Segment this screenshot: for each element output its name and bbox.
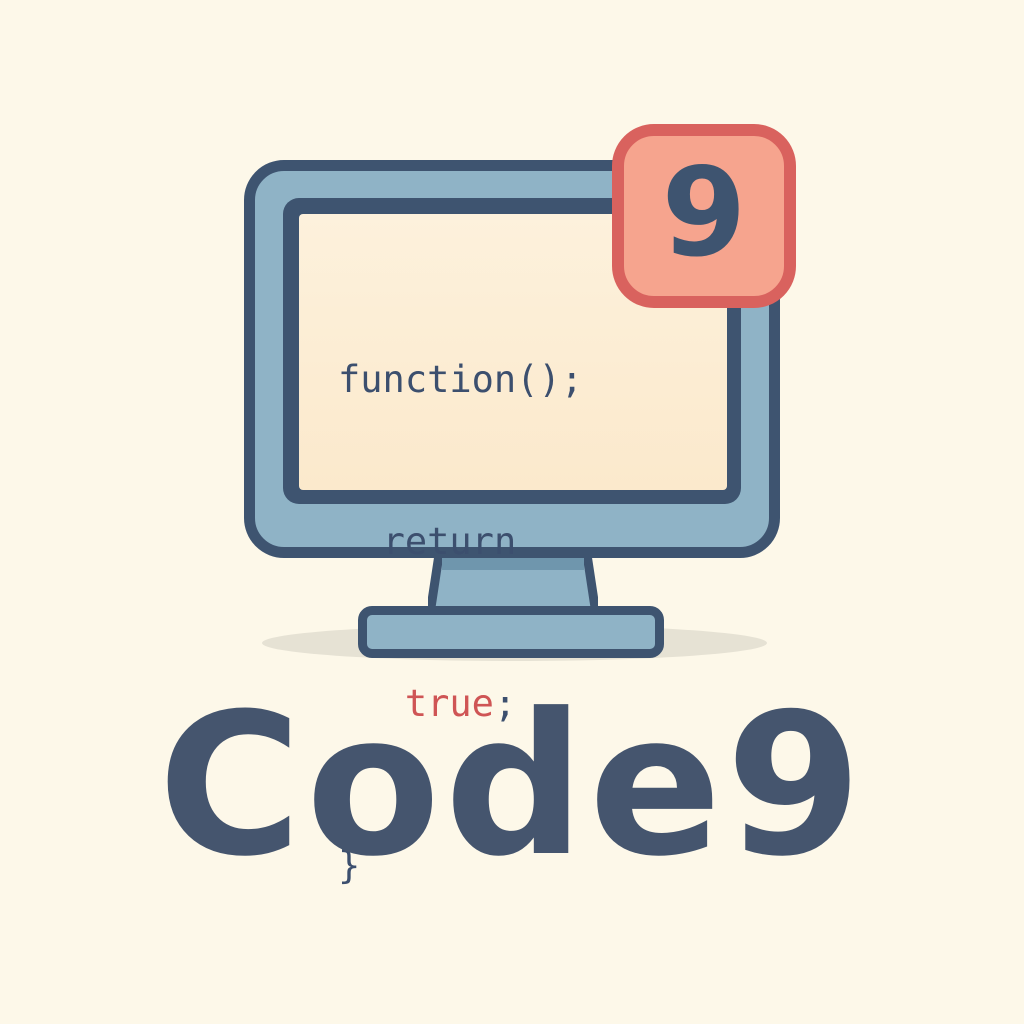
code-text-return: return xyxy=(382,520,517,563)
code-indent-2 xyxy=(338,520,383,563)
logo: function(); return true; } 9 Code9 xyxy=(0,0,1024,1024)
notification-badge-icon: 9 xyxy=(612,124,796,308)
code-line-1: function(); xyxy=(338,353,583,407)
code-text-function: function(); xyxy=(338,358,584,401)
code-line-2: return xyxy=(338,515,583,569)
badge-number: 9 xyxy=(661,142,747,284)
brand-name: Code9 xyxy=(157,672,867,900)
